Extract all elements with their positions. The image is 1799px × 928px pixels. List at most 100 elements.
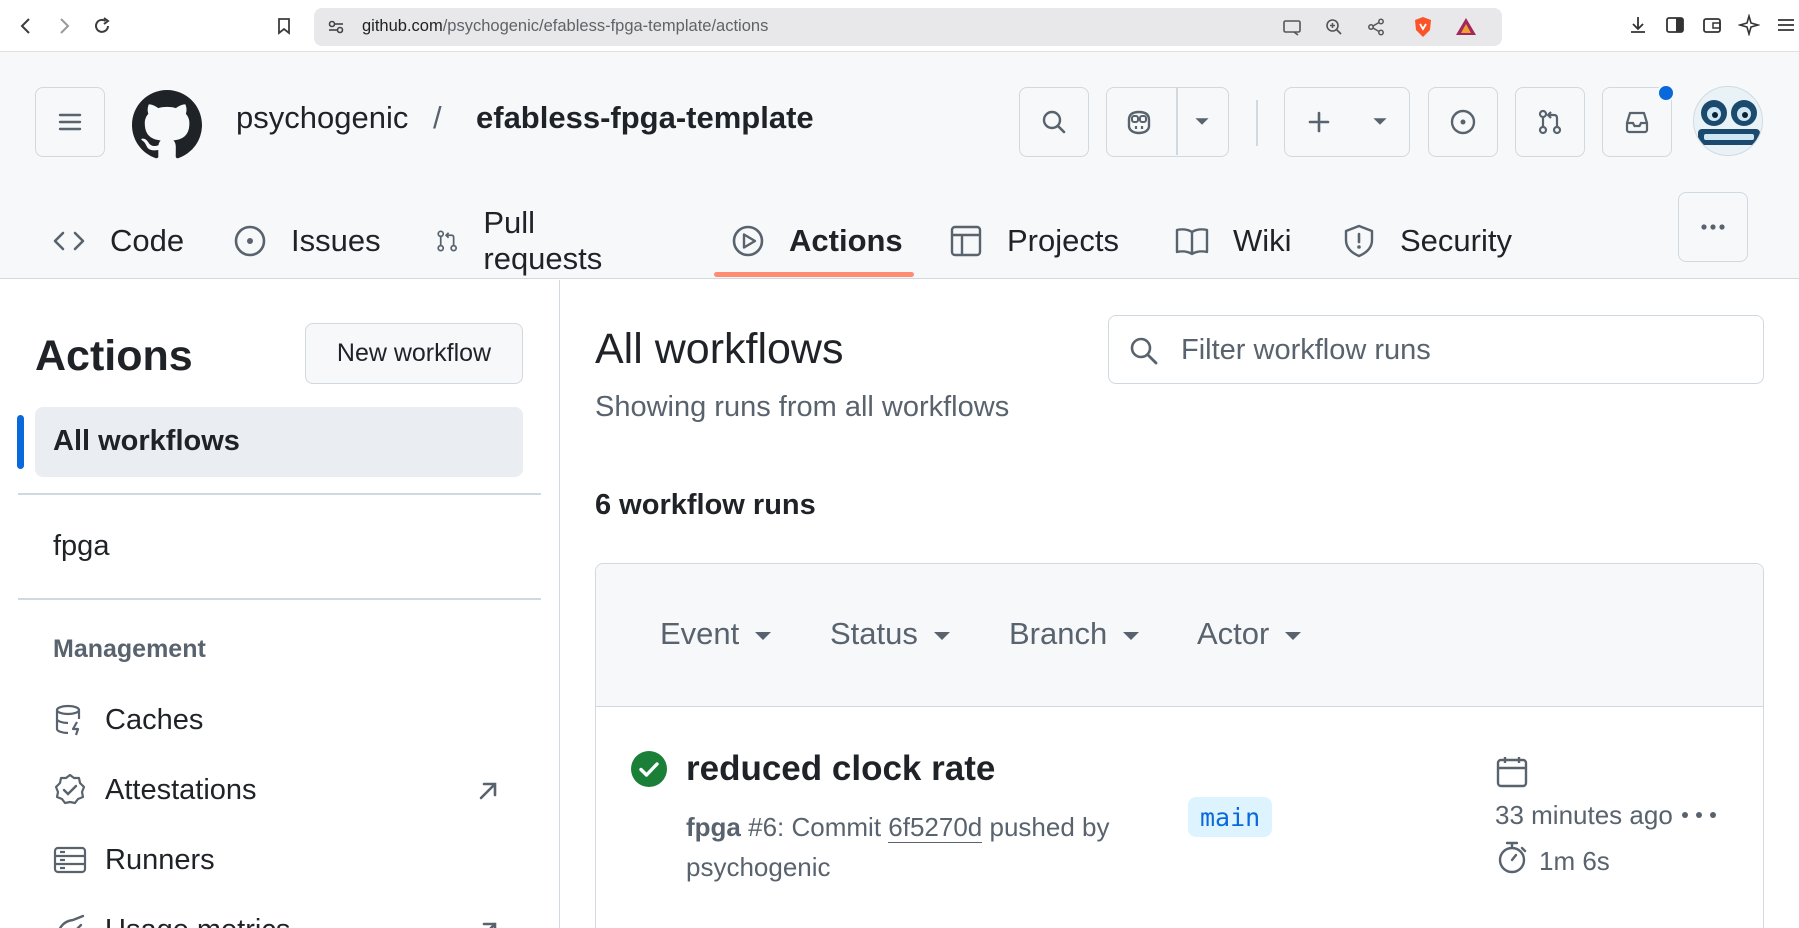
your-pull-requests-button[interactable]: [1515, 87, 1585, 157]
sidebar-item-caches-label: Caches: [105, 703, 204, 736]
commit-sha-link[interactable]: 6f5270d: [888, 812, 983, 843]
triangle-down-icon: [1285, 632, 1302, 640]
plus-icon: [1308, 111, 1330, 133]
actions-sidebar: Actions New workflow All workflows fpga …: [0, 280, 560, 928]
sidebar-item-all-workflows-label[interactable]: All workflows: [53, 425, 240, 458]
copilot-button-group[interactable]: [1106, 87, 1229, 157]
workflow-runs-count: 6 workflow runs: [595, 489, 816, 521]
new-workflow-button[interactable]: New workflow: [305, 323, 523, 384]
tab-wiki-label: Wiki: [1233, 222, 1292, 258]
sidebar-item-fpga[interactable]: fpga: [53, 530, 109, 563]
global-menu-button[interactable]: [35, 87, 105, 157]
address-bar[interactable]: github.com/psychogenic/efabless-fpga-tem…: [314, 8, 1502, 46]
avatar[interactable]: [1693, 86, 1763, 156]
url-host: github.com: [362, 17, 443, 35]
sidebar-item-caches[interactable]: Caches: [53, 700, 203, 740]
calendar-icon: [1496, 757, 1528, 788]
create-new-button[interactable]: [1284, 87, 1410, 157]
reload-button[interactable]: [86, 10, 118, 42]
share-icon[interactable]: [1366, 17, 1386, 37]
menu-icon[interactable]: [1775, 14, 1797, 36]
sidebar-item-attestations[interactable]: Attestations: [53, 770, 257, 810]
verified-icon: [54, 773, 86, 805]
github-logo-icon[interactable]: [132, 90, 202, 160]
sidebar-item-attestations-label: Attestations: [105, 773, 257, 806]
status-filter-label: Status: [830, 616, 918, 651]
forward-button[interactable]: [48, 10, 80, 42]
shield-icon: [1344, 224, 1374, 257]
actor-filter-label: Actor: [1197, 616, 1270, 651]
status-filter-dropdown[interactable]: Status: [830, 616, 950, 652]
database-icon: [55, 704, 81, 736]
tab-code[interactable]: Code: [52, 202, 184, 279]
tab-wiki[interactable]: Wiki: [1175, 202, 1292, 279]
tab-issues[interactable]: Issues: [233, 202, 381, 279]
active-tab-indicator: [714, 272, 914, 277]
event-filter-dropdown[interactable]: Event: [660, 616, 772, 652]
your-issues-button[interactable]: [1428, 87, 1498, 157]
header-divider: [1256, 100, 1258, 146]
create-dropdown-caret-icon: [1373, 118, 1387, 125]
sidebar-item-usage-metrics-label: Usage metrics: [105, 914, 290, 928]
run-title-link[interactable]: reduced clock rate: [686, 749, 995, 789]
sidebar-item-runners[interactable]: Runners: [53, 840, 215, 880]
leo-ai-icon[interactable]: [1738, 14, 1760, 36]
sidebar-divider: [18, 493, 541, 495]
breadcrumb-owner[interactable]: psychogenic: [236, 100, 408, 136]
url-text: github.com/psychogenic/efabless-fpga-tem…: [362, 17, 768, 36]
graph-icon: [58, 914, 85, 928]
wallet-icon[interactable]: [1701, 14, 1723, 36]
back-button[interactable]: [10, 10, 42, 42]
sidebar-item-usage-metrics[interactable]: Usage metrics: [53, 910, 290, 928]
tab-security[interactable]: Security: [1342, 202, 1512, 279]
copilot-dropdown-caret-icon[interactable]: [1187, 106, 1217, 136]
cast-icon[interactable]: [1282, 17, 1302, 37]
check-circle-fill-icon: [631, 751, 667, 787]
tab-security-label: Security: [1400, 222, 1512, 258]
chevron-left-icon: [20, 18, 30, 34]
branch-badge[interactable]: main: [1188, 797, 1273, 837]
breadcrumb-repo[interactable]: efabless-fpga-template: [476, 100, 814, 136]
filter-workflow-runs-input[interactable]: Filter workflow runs: [1108, 315, 1764, 384]
site-settings-icon[interactable]: [326, 17, 346, 37]
run-meta-text: pushed by: [982, 812, 1110, 842]
tab-issues-label: Issues: [291, 222, 381, 258]
download-icon[interactable]: [1627, 14, 1649, 36]
github-header: psychogenic / efabless-fpga-template Cod…: [0, 52, 1799, 279]
kebab-horizontal-icon[interactable]: [1679, 803, 1719, 827]
run-number: #6: [748, 812, 778, 842]
issue-opened-icon: [234, 225, 266, 256]
actor-filter-dropdown[interactable]: Actor: [1197, 616, 1302, 652]
search-button[interactable]: [1019, 87, 1089, 157]
filter-placeholder: Filter workflow runs: [1181, 334, 1431, 366]
run-actor-link[interactable]: psychogenic: [686, 852, 831, 882]
bookmark-button[interactable]: [268, 10, 300, 42]
sidebar-title: Actions: [35, 332, 193, 380]
tab-code-label: Code: [110, 222, 185, 258]
chevron-right-icon: [60, 18, 70, 34]
tab-projects[interactable]: Projects: [949, 202, 1119, 279]
brave-rewards-icon[interactable]: [1454, 15, 1478, 39]
management-heading: Management: [53, 635, 206, 663]
avatar-image: [1694, 87, 1762, 155]
tab-pull-requests[interactable]: Pull requests: [435, 202, 612, 279]
workflow-run-row[interactable]: reduced clock rate fpga #6: Commit 6f527…: [596, 707, 1763, 917]
external-link-icon: [482, 922, 497, 928]
brave-shields-icon[interactable]: [1411, 15, 1435, 39]
branch-filter-dropdown[interactable]: Branch: [1009, 616, 1140, 652]
external-link-icon: [479, 782, 497, 800]
branch-filter-label: Branch: [1009, 616, 1108, 651]
run-meta-text: : Commit: [777, 812, 889, 842]
reload-icon: [95, 17, 110, 33]
run-timestamp: 33 minutes ago: [1495, 800, 1673, 830]
tab-actions[interactable]: Actions: [731, 202, 903, 279]
tab-projects-label: Projects: [1007, 222, 1119, 258]
more-tabs-button[interactable]: [1678, 192, 1748, 262]
sidebar-divider: [18, 598, 541, 600]
browser-toolbar: github.com/psychogenic/efabless-fpga-tem…: [0, 0, 1799, 52]
bookmark-icon: [278, 18, 290, 35]
sidebar-toggle-icon[interactable]: [1664, 14, 1686, 36]
table-icon: [950, 225, 982, 256]
sidebar-item-runners-label: Runners: [105, 843, 215, 876]
zoom-icon[interactable]: [1324, 17, 1344, 37]
